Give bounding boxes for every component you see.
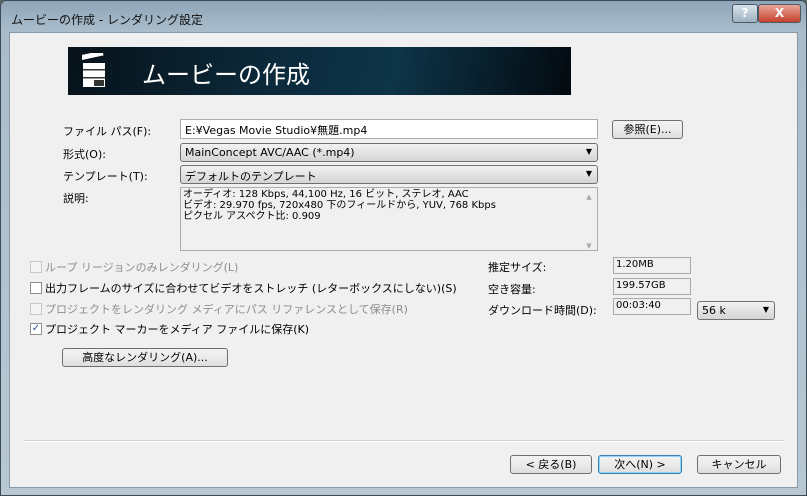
file-path-input[interactable]: E:¥Vegas Movie Studio¥無題.mp4 <box>180 119 598 139</box>
description-label: 説明: <box>63 192 89 205</box>
description-line: オーディオ: 128 Kbps, 44,100 Hz, 16 ビット, ステレオ… <box>183 189 469 200</box>
dropdown-arrow-icon: ▼ <box>585 147 592 156</box>
description-line: ビデオ: 29.970 fps, 720x480 下のフィールドから, YUV,… <box>183 200 496 211</box>
window-title: ムービーの作成 - レンダリング設定 <box>11 13 203 27</box>
back-button[interactable]: < 戻る(B) <box>510 455 592 474</box>
speed-select[interactable]: 56 k ▼ <box>697 301 775 320</box>
close-button[interactable]: X <box>758 4 801 23</box>
checkbox-label: ループ リージョンのみレンダリング(L) <box>45 261 239 274</box>
browse-button[interactable]: 参照(E)... <box>612 120 683 139</box>
format-select[interactable]: MainConcept AVC/AAC (*.mp4) ▼ <box>180 143 598 162</box>
advanced-rendering-button[interactable]: 高度なレンダリング(A)... <box>62 348 228 367</box>
format-label: 形式(O): <box>63 148 106 161</box>
checkmark-icon[interactable]: ✓ <box>30 323 42 335</box>
checkbox-box[interactable] <box>30 261 42 273</box>
template-label: テンプレート(T): <box>63 170 148 183</box>
path-reference-checkbox[interactable]: プロジェクトをレンダリング メディアにパス リファレンスとして保存(R) <box>30 301 408 317</box>
template-value: デフォルトのテンプレート <box>185 170 317 183</box>
scrollbar[interactable]: ▲ ▼ <box>581 188 597 250</box>
scroll-down-icon[interactable]: ▼ <box>581 241 597 252</box>
speed-value: 56 k <box>702 304 726 317</box>
banner-title: ムービーの作成 <box>142 61 310 89</box>
free-space-label: 空き容量: <box>488 283 536 296</box>
est-size-value: 1.20MB <box>613 257 691 274</box>
clapperboard-hd-icon <box>82 53 105 87</box>
checkbox-label: プロジェクト マーカーをメディア ファイルに保存(K) <box>45 323 310 336</box>
dropdown-arrow-icon: ▼ <box>762 305 769 314</box>
est-size-label: 推定サイズ: <box>488 261 547 274</box>
description-line: ピクセル アスペクト比: 0.909 <box>183 211 321 222</box>
dropdown-arrow-icon: ▼ <box>585 169 592 178</box>
download-time-label: ダウンロード時間(D): <box>488 304 597 317</box>
stretch-video-checkbox[interactable]: 出力フレームのサイズに合わせてビデオをストレッチ (レターボックスにしない)(S… <box>30 280 457 296</box>
separator <box>23 440 785 442</box>
scroll-up-icon[interactable]: ▲ <box>581 192 597 203</box>
free-space-value: 199.57GB <box>613 278 691 295</box>
checkbox-box[interactable] <box>30 303 42 315</box>
loop-region-checkbox[interactable]: ループ リージョンのみレンダリング(L) <box>30 259 238 275</box>
checkbox-box[interactable] <box>30 282 42 294</box>
header-banner: ムービーの作成 <box>68 47 571 95</box>
download-time-value: 00:03:40 <box>613 298 691 315</box>
help-button[interactable]: ? <box>732 4 758 23</box>
next-button[interactable]: 次へ(N) > <box>598 455 682 474</box>
checkbox-label: 出力フレームのサイズに合わせてビデオをストレッチ (レターボックスにしない)(S… <box>45 282 457 295</box>
checkbox-label: プロジェクトをレンダリング メディアにパス リファレンスとして保存(R) <box>45 303 408 316</box>
description-box: オーディオ: 128 Kbps, 44,100 Hz, 16 ビット, ステレオ… <box>180 187 598 251</box>
template-select[interactable]: デフォルトのテンプレート ▼ <box>180 165 598 184</box>
save-markers-checkbox[interactable]: ✓ プロジェクト マーカーをメディア ファイルに保存(K) <box>30 321 309 337</box>
file-path-label: ファイル パス(F): <box>63 125 152 138</box>
format-value: MainConcept AVC/AAC (*.mp4) <box>185 146 355 159</box>
cancel-button[interactable]: キャンセル <box>697 455 781 474</box>
